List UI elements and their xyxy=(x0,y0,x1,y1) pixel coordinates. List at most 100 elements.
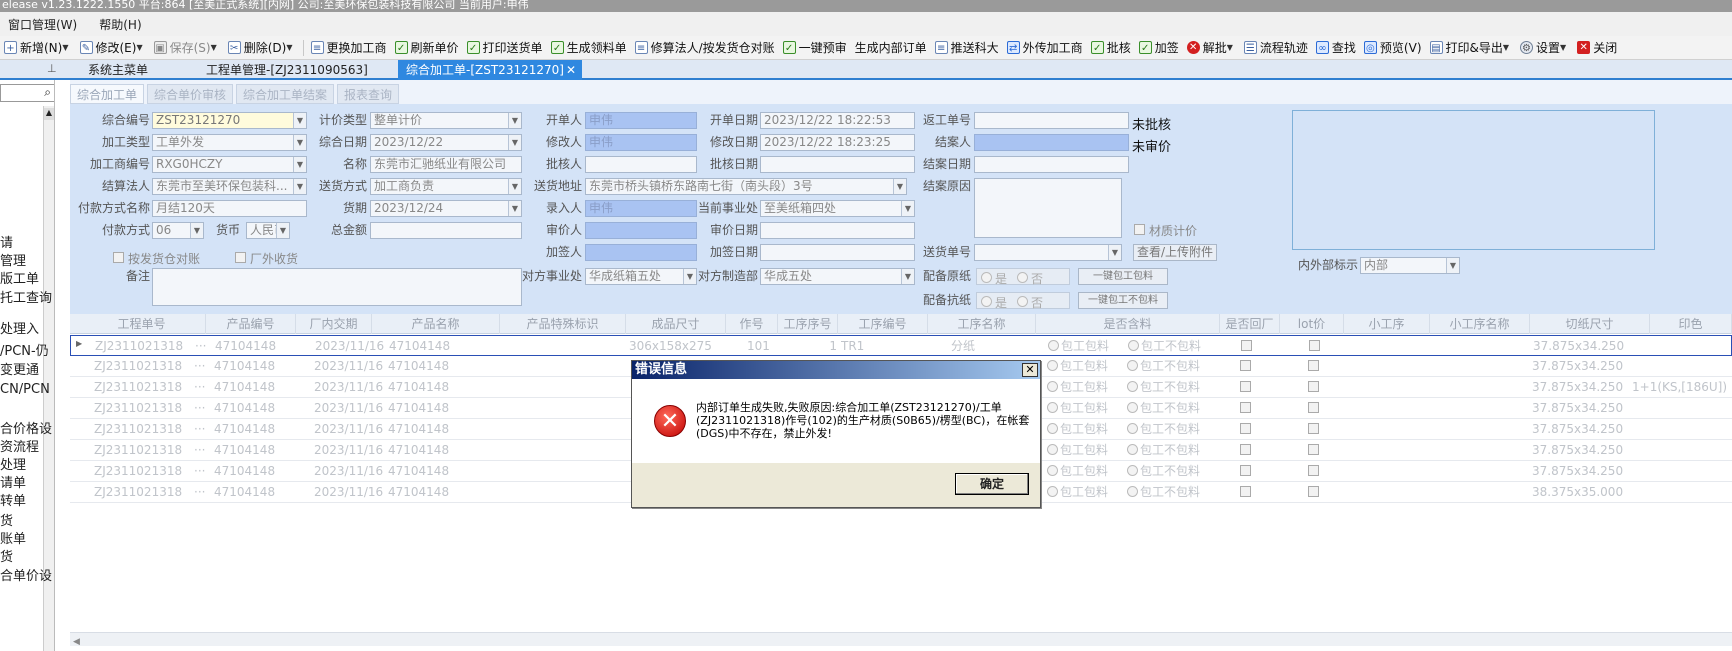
radio-button[interactable] xyxy=(1127,402,1138,413)
field-审价人[interactable] xyxy=(585,222,697,239)
reconcile-by-warehouse-checkbox[interactable]: 按发货仓对账 xyxy=(113,250,200,267)
menu-help[interactable]: 帮助(H) xyxy=(99,16,141,33)
chevron-down-icon[interactable]: ▼ xyxy=(901,201,914,216)
search-icon[interactable]: ⌕ xyxy=(44,85,51,100)
column-header[interactable]: 工序序号 xyxy=(778,314,838,334)
nav-item[interactable]: 货 xyxy=(0,548,13,567)
field-送货方式[interactable]: 加工商负责 ▼ xyxy=(370,178,522,195)
radio-button[interactable] xyxy=(1047,360,1058,371)
chevron-down-icon[interactable]: ▼ xyxy=(136,43,142,52)
chevron-down-icon[interactable]: ▼ xyxy=(276,223,289,238)
checkbox-icon[interactable] xyxy=(1308,402,1319,413)
toolbar-button-14[interactable]: ✓ 加签 xyxy=(1135,37,1183,59)
nav-item[interactable]: 合价格设 xyxy=(0,420,52,439)
toolbar-button-19[interactable]: ▤ 打印&导出 ▼ xyxy=(1426,37,1517,59)
subtab-composite-order[interactable]: 综合加工单 xyxy=(70,84,145,104)
field-付款方式[interactable]: 06 ▼ xyxy=(152,222,204,239)
toolbar-button-4[interactable]: ≡ 更换加工商 xyxy=(307,37,391,59)
field-计价类型[interactable]: 整单计价 ▼ xyxy=(370,112,522,129)
column-header[interactable]: 产品编号 xyxy=(206,314,296,334)
pin-icon[interactable]: ⊥ xyxy=(47,62,57,75)
column-header[interactable]: 小工序 xyxy=(1344,314,1430,334)
field-当前事业处[interactable]: 至美纸箱四处 ▼ xyxy=(760,200,915,217)
field-开单日期[interactable]: 2023/12/22 18:22:53 xyxy=(760,112,915,129)
tab-main-menu[interactable]: 系统主菜单 xyxy=(80,60,156,80)
nav-item[interactable]: 账单 xyxy=(0,530,26,549)
field-名称[interactable]: 东莞市汇驰纸业有限公司 xyxy=(370,156,522,173)
field-货币[interactable]: 人民币 ▼ xyxy=(246,222,290,239)
field-录入人[interactable]: 申伟 xyxy=(585,200,697,217)
radio-button[interactable] xyxy=(1047,486,1058,497)
column-header[interactable]: 是否回厂 xyxy=(1220,314,1280,334)
field-批核日期[interactable] xyxy=(760,156,915,173)
checkbox-icon[interactable] xyxy=(1240,381,1251,392)
field-开单人[interactable]: 申伟 xyxy=(585,112,697,129)
nav-search-input[interactable]: ⌕ xyxy=(0,84,54,102)
tab-close-icon[interactable]: ✕ xyxy=(566,60,576,80)
toolbar-button-12[interactable]: ⇄ 外传加工商 xyxy=(1003,37,1087,59)
column-header[interactable]: 工序名称 xyxy=(928,314,1036,334)
toolbar-button-16[interactable]: ☰ 流程轨迹 xyxy=(1240,37,1312,59)
checkbox-icon[interactable] xyxy=(1308,381,1319,392)
material-pricing-checkbox[interactable]: 材质计价 xyxy=(1134,222,1197,239)
checkbox-icon[interactable] xyxy=(1134,224,1145,235)
column-header[interactable]: 印色 xyxy=(1650,314,1732,334)
cell-more[interactable]: ··· xyxy=(194,377,208,397)
column-header[interactable]: 工程单号 xyxy=(78,314,206,334)
checkbox-icon[interactable] xyxy=(1240,444,1251,455)
radio-button[interactable] xyxy=(1047,402,1058,413)
field-返工单号[interactable] xyxy=(974,112,1129,129)
field-结算法人[interactable]: 东莞市至美环保包装科... ▼ xyxy=(152,178,307,195)
field-加工类型[interactable]: 工单外发 ▼ xyxy=(152,134,307,151)
nav-item[interactable]: 请 xyxy=(0,234,13,253)
field-付款方式名称[interactable]: 月结120天 xyxy=(152,200,307,217)
checkbox-icon[interactable] xyxy=(1308,423,1319,434)
radio-button[interactable] xyxy=(1127,360,1138,371)
subtab-close-order[interactable]: 综合加工单结案 xyxy=(236,84,335,104)
field-备注[interactable] xyxy=(152,268,522,306)
toolbar-button-6[interactable]: ✓ 打印送货单 xyxy=(463,37,547,59)
radio-button[interactable] xyxy=(1127,486,1138,497)
column-header[interactable]: 小工序名称 xyxy=(1430,314,1530,334)
toolbar-button-2[interactable]: ▣ 保存(S) ▼ xyxy=(150,37,224,59)
toolbar-button-1[interactable]: ✎ 修改(E) ▼ xyxy=(76,37,150,59)
subtab-report[interactable]: 报表查询 xyxy=(337,84,400,104)
checkbox-icon[interactable] xyxy=(1308,486,1319,497)
field-综合日期[interactable]: 2023/12/22 ▼ xyxy=(370,134,522,151)
radio-no[interactable] xyxy=(1017,272,1029,283)
column-header[interactable]: lot价 xyxy=(1280,314,1344,334)
toolbar-button-3[interactable]: ✂ 删除(D) ▼ xyxy=(224,37,300,59)
chevron-down-icon[interactable]: ▼ xyxy=(190,223,203,238)
checkbox-icon[interactable] xyxy=(1308,444,1319,455)
radio-button[interactable] xyxy=(1128,340,1139,351)
checkbox-icon[interactable] xyxy=(1240,360,1251,371)
field-修改人[interactable]: 申伟 xyxy=(585,134,697,151)
toolbar-button-20[interactable]: ⚙ 设置 ▼ xyxy=(1516,37,1573,59)
field-货期[interactable]: 2023/12/24 ▼ xyxy=(370,200,522,217)
nav-item[interactable]: 货 xyxy=(0,512,13,531)
checkbox-icon[interactable] xyxy=(1240,465,1251,476)
chevron-down-icon[interactable]: ▼ xyxy=(286,43,292,52)
nav-item[interactable]: 转单 xyxy=(0,492,26,511)
radio-button[interactable] xyxy=(1048,340,1059,351)
toolbar-button-17[interactable]: ∞ 查找 xyxy=(1312,37,1360,59)
dialog-ok-button[interactable]: 确定 xyxy=(955,473,1029,495)
one-click-labor-only-button[interactable]: 一键包工不包料 xyxy=(1078,292,1168,309)
chevron-down-icon[interactable]: ▼ xyxy=(1446,258,1459,273)
field-审价日期[interactable] xyxy=(760,222,915,239)
radio-button[interactable] xyxy=(1047,465,1058,476)
nav-item[interactable]: 处理入 xyxy=(0,320,39,339)
nav-item[interactable]: 请单 xyxy=(0,474,26,493)
column-header[interactable]: 成品尺寸 xyxy=(626,314,726,334)
radio-yes[interactable] xyxy=(981,272,992,283)
grid-horizontal-scrollbar[interactable]: ◀ xyxy=(70,632,1732,647)
checkbox-icon[interactable] xyxy=(1240,486,1251,497)
nav-item[interactable]: CN/PCN xyxy=(0,380,50,399)
field-加工商编号[interactable]: RXG0HCZY ▼ xyxy=(152,156,307,173)
field-对方制造部[interactable]: 华成五处 ▼ xyxy=(760,268,915,285)
cell-more[interactable]: ··· xyxy=(194,398,208,418)
chevron-down-icon[interactable]: ▼ xyxy=(1560,43,1566,52)
field-批核人[interactable] xyxy=(585,156,697,173)
external-receipt-checkbox[interactable]: 厂外收货 xyxy=(235,250,298,267)
column-header[interactable]: 产品特殊标识 xyxy=(500,314,626,334)
